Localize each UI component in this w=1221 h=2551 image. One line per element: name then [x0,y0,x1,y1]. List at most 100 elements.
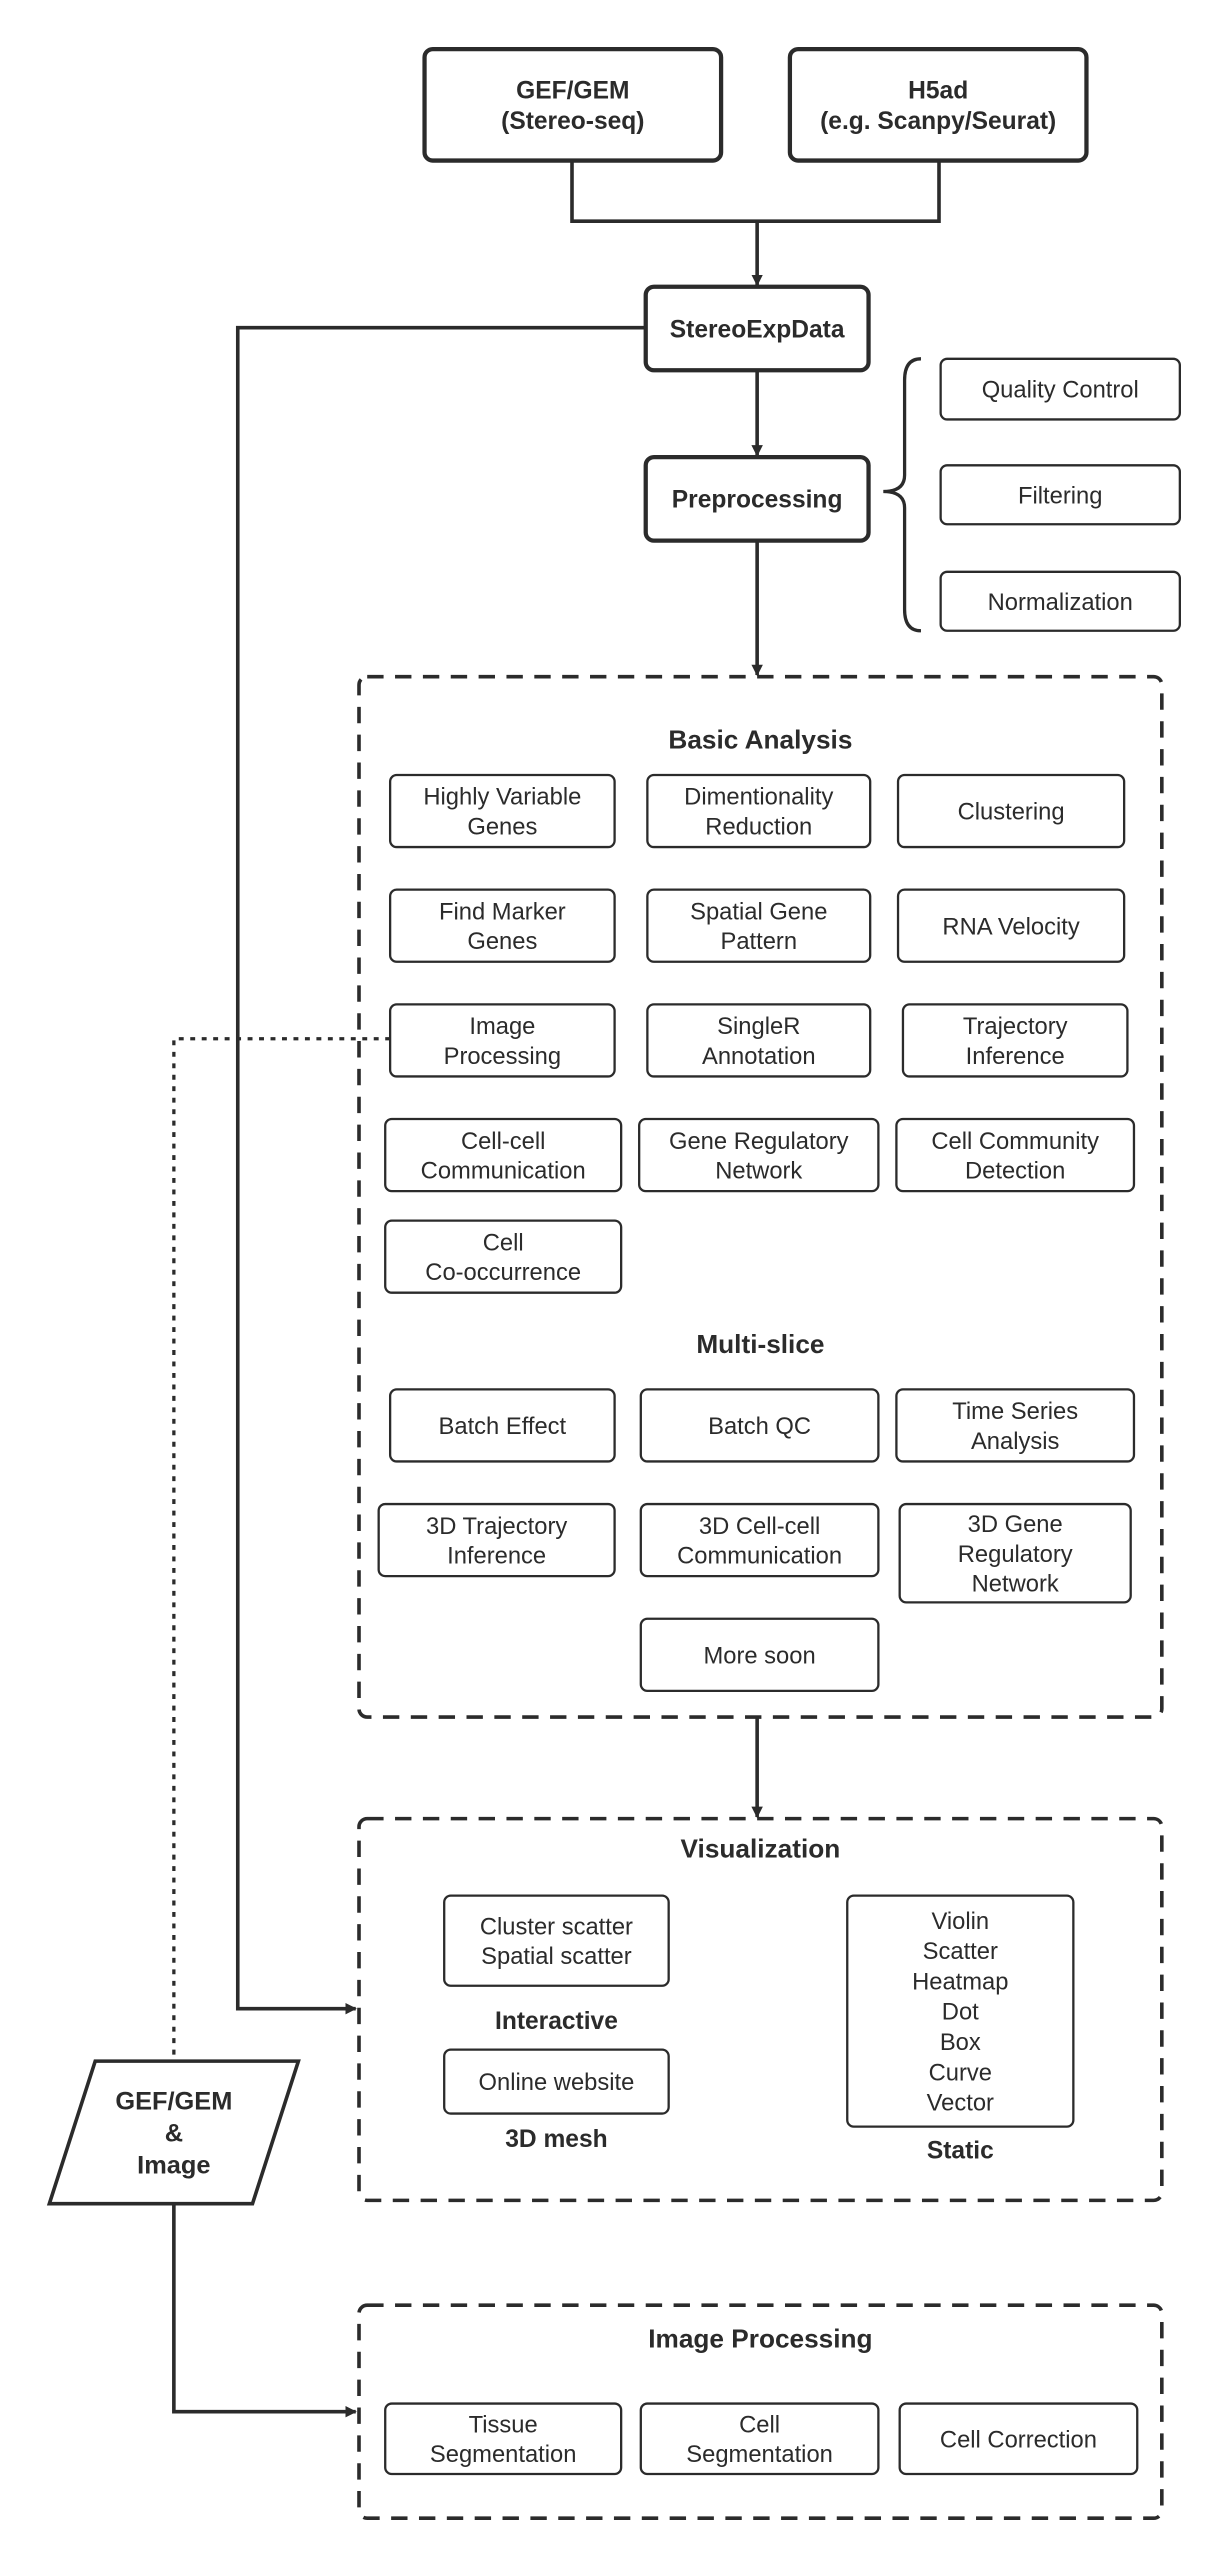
multi-slice-title-label: Multi-slice [696,1329,824,1359]
label-line: Genes [467,928,537,955]
label-line: Time Series [952,1398,1078,1425]
static-label-label: Static [927,2137,994,2164]
basic-analysis-item-label: Clustering [958,799,1065,826]
image-input-to-image-processing-connector [172,2203,357,2418]
label-line: Dot [942,1999,979,2026]
image-processing-item[interactable]: Cell Correction [898,2402,1139,2476]
multi-slice-item[interactable]: 3D Cell-cell Communication [639,1502,880,1578]
basic-analysis-item[interactable]: Trajectory Inference [901,1003,1129,1078]
input-gef-gem-box [422,47,724,163]
label-line: Cell Community [931,1128,1099,1155]
label-line: Communication [677,1543,842,1570]
label-line: Genes [467,813,537,840]
multi-slice-item[interactable]: More soon [639,1617,880,1692]
preprocessing-node-label: Preprocessing [672,487,843,514]
image-processing-item-label: Cell Correction [940,2426,1097,2453]
label-line: Violin [931,1908,989,1935]
basic-analysis-item-label: RNA Velocity [942,913,1079,940]
label-line: Cell Correction [940,2426,1097,2453]
basic-analysis-item[interactable]: Highly Variable Genes [388,773,616,849]
multi-slice-item-label: 3D Gene Regulatory Network [958,1511,1073,1597]
basic-analysis-item[interactable]: Image Processing [388,1003,616,1078]
label-line: More soon [703,1642,815,1669]
multi-slice-title: Multi-slice [696,1329,824,1359]
stereoexpdata-node-label: StereoExpData [670,316,845,343]
basic-analysis-title-label: Basic Analysis [668,724,852,754]
label-line: Trajectory [963,1013,1068,1040]
label-line: & [165,2120,183,2148]
stereoexpdata-node[interactable]: StereoExpData [643,284,871,373]
label-line: Visualization [681,1834,841,1864]
basic-analysis-item[interactable]: Gene Regulatory Network [638,1117,880,1193]
image-input-label-label: GEF/GEM & Image [115,2088,232,2180]
basic-analysis-item[interactable]: Find Marker Genes [388,888,616,963]
label-line: Curve [929,2059,992,2086]
interactive-label: Interactive [495,2008,618,2035]
label-line: Cell [483,1229,524,1256]
label-line: Pattern [720,928,797,955]
label-line: Quality Control [982,377,1139,404]
online-website-item[interactable]: Online website [443,2048,670,2115]
input-h5ad-box [787,47,1089,163]
input-h5ad[interactable]: H5ad (e.g. Scanpy/Seurat) [787,47,1089,163]
label-line: Network [972,1570,1059,1597]
basic-analysis-item[interactable]: Cell-cell Communication [384,1117,623,1193]
multi-slice-item[interactable]: Batch QC [639,1388,880,1463]
interactive-scatter-item[interactable]: Cluster scatter Spatial scatter [443,1894,670,1987]
multi-slice-item[interactable]: Time Series Analysis [895,1388,1136,1463]
preprocessing-brace [883,357,922,633]
label-line: Network [715,1157,802,1184]
image-processing-item[interactable]: Tissue Segmentation [384,2402,623,2476]
image-processing-item[interactable]: Cell Segmentation [639,2402,880,2476]
label-line: Normalization [988,589,1133,616]
label-line: Vector [927,2090,994,2117]
label-line: Regulatory [958,1541,1073,1568]
label-line: 3D Cell-cell [699,1513,820,1540]
online-website-item-label: Online website [479,2069,635,2096]
label-line: Annotation [702,1043,816,1070]
preprocessing-node[interactable]: Preprocessing [643,454,871,543]
basic-analysis-item[interactable]: Dimentionality Reduction [646,773,872,849]
workflow-diagram: GEF/GEM (Stereo-seq) H5ad (e.g. Scanpy/Seur… [46,47,1181,2521]
label-line: Spatial Gene [690,898,827,925]
label-line: Preprocessing [672,487,843,514]
label-line: H5ad [908,77,968,104]
label-line: Heatmap [912,1968,1008,1995]
preprocessing-step[interactable]: Filtering [939,464,1181,526]
input-gef-gem[interactable]: GEF/GEM (Stereo-seq) [422,47,724,163]
label-line: Highly Variable [423,784,581,811]
multi-slice-item[interactable]: Batch Effect [388,1388,616,1463]
image-processing-title: Image Processing [648,2323,872,2353]
basic-analysis-item[interactable]: Spatial Gene Pattern [646,888,872,963]
preprocessing-step-label: Filtering [1018,482,1102,509]
label-line: Cell [739,2411,780,2438]
static-plots-item[interactable]: Violin Scatter Heatmap Dot Box Curve Vector [846,1894,1075,2128]
preprocessing-step[interactable]: Quality Control [939,357,1181,421]
basic-analysis-item[interactable]: Cell Co-occurrence [384,1219,623,1294]
multi-slice-item[interactable]: 3D Trajectory Inference [377,1502,616,1578]
label-line: GEF/GEM [516,77,629,104]
basic-analysis-item[interactable]: SingleR Annotation [646,1003,872,1078]
preprocessing-step-label: Quality Control [982,377,1139,404]
label-line: Static [927,2137,994,2164]
label-line: 3D Gene [968,1511,1063,1538]
interactive-label-label: Interactive [495,2008,618,2035]
basic-analysis-item[interactable]: Clustering [896,773,1126,849]
label-line: Co-occurrence [425,1259,581,1286]
label-line: Clustering [958,799,1065,826]
basic-analysis-item[interactable]: RNA Velocity [896,888,1126,963]
multi-slice-item[interactable]: 3D Gene Regulatory Network [898,1502,1132,1604]
label-line: GEF/GEM [115,2088,232,2116]
label-line: Spatial scatter [481,1943,632,1970]
label-line: Tissue [469,2411,538,2438]
merge-connector [570,160,941,223]
label-line: Interactive [495,2008,618,2035]
label-line: 3D mesh [505,2126,607,2153]
label-line: Box [940,2029,981,2056]
label-line: Gene Regulatory [669,1128,849,1155]
label-line: Cell-cell [461,1128,545,1155]
label-line: Cluster scatter [480,1913,633,1940]
preprocessing-step[interactable]: Normalization [939,570,1181,632]
label-line: Image Processing [648,2323,872,2353]
basic-analysis-item[interactable]: Cell Community Detection [895,1117,1136,1193]
